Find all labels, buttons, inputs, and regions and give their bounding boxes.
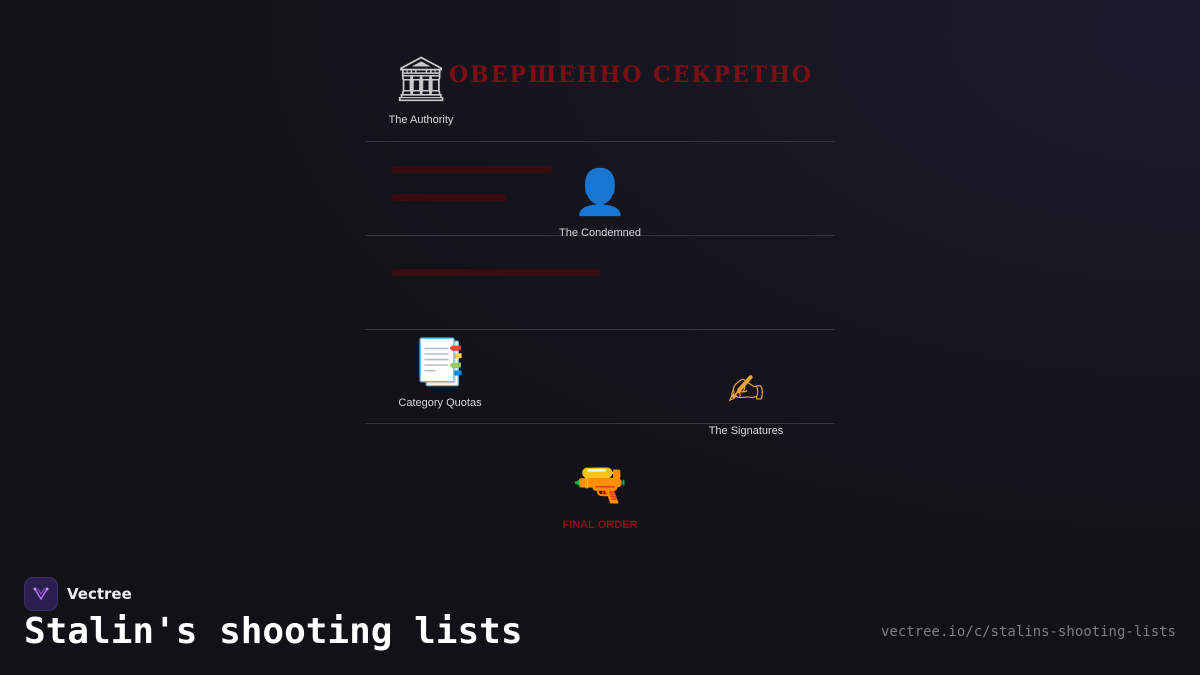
bookmark-tabs-document-icon: 📑 <box>412 337 468 388</box>
person-silhouette-icon: 👤 <box>572 167 628 218</box>
section-divider <box>365 141 835 142</box>
node-label: The Signatures <box>708 425 784 437</box>
node-final-order[interactable]: 🔫 FINAL ORDER <box>510 459 690 531</box>
node-category-quotas[interactable]: 📑 Category Quotas <box>350 337 530 409</box>
redaction-bar <box>392 269 600 276</box>
section-divider <box>365 329 835 330</box>
writing-hand-icon: ✍ <box>727 365 765 416</box>
vectree-logo-icon <box>24 577 58 611</box>
node-label: The Authority <box>388 114 454 126</box>
page-url[interactable]: vectree.io/c/stalins-shooting-lists <box>881 624 1176 640</box>
node-label: Category Quotas <box>398 397 482 409</box>
brand-name: Vectree <box>67 585 132 603</box>
redaction-bar <box>392 194 506 201</box>
pistol-icon: 🔫 <box>572 459 628 510</box>
node-authority[interactable]: 🏛 The Authority <box>331 54 511 126</box>
node-condemned[interactable]: 👤 The Condemned <box>510 167 690 239</box>
node-label: The Condemned <box>559 227 641 239</box>
page-title: Stalin's shooting lists <box>24 611 523 652</box>
brand[interactable]: Vectree <box>24 577 132 611</box>
node-label: FINAL ORDER <box>562 519 638 531</box>
node-signatures[interactable]: ✍ The Signatures <box>656 365 836 437</box>
diagram-canvas: ОВЕРШЕННО СЕКРЕТНО 🏛 The Authority 👤 The… <box>0 0 1200 675</box>
classical-building-icon: 🏛 <box>393 54 449 105</box>
